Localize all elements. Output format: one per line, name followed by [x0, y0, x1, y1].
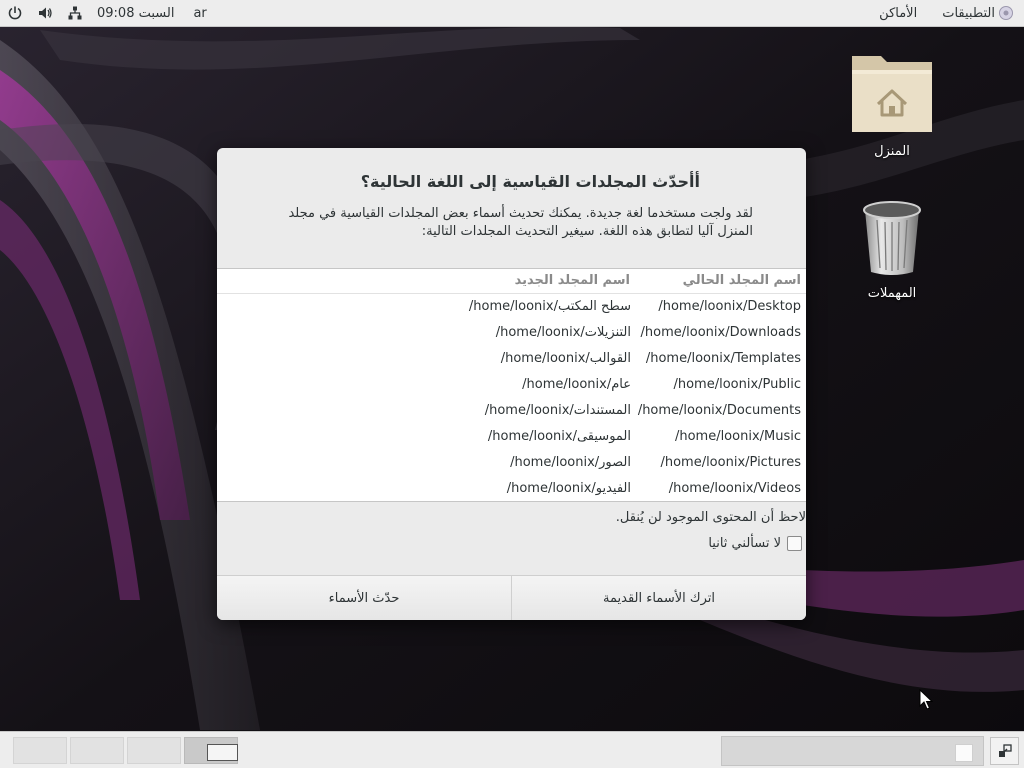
new-folder-cell: /home/loonix/التنزيلات [495, 325, 631, 340]
keep-old-names-button[interactable]: اترك الأسماء القديمة [511, 576, 806, 620]
keyboard-layout-text: ar [193, 5, 207, 21]
update-folders-dialog: أأحدّث المجلدات القياسية إلى اللغة الحال… [217, 148, 806, 620]
desktop-icon-trash[interactable]: المهملات [847, 198, 937, 301]
current-folder-cell: /home/loonix/Templates [645, 351, 801, 366]
workspace-3[interactable] [127, 737, 181, 764]
clock-text: السبت 09:08 [97, 5, 175, 21]
new-folder-cell: /home/loonix/المستندات [484, 403, 631, 418]
dialog-title: أأحدّث المجلدات القياسية إلى اللغة الحال… [360, 172, 700, 191]
applications-menu-label: التطبيقات [942, 5, 995, 21]
workspace-4[interactable] [184, 737, 238, 764]
network-icon [68, 6, 82, 20]
workspace-1[interactable] [13, 737, 67, 764]
trash-icon [863, 201, 921, 275]
folders-list[interactable]: اسم المجلد الحالي اسم المجلد الجديد /hom… [217, 268, 806, 502]
current-folder-cell: /home/loonix/Desktop [658, 299, 801, 314]
power-icon [8, 6, 22, 20]
task-list-item[interactable] [955, 744, 973, 762]
bottom-panel [0, 731, 1024, 768]
task-list[interactable] [721, 736, 984, 766]
new-folder-cell: /home/loonix/القوالب [500, 351, 631, 366]
show-desktop-icon [998, 744, 1012, 757]
list-header: اسم المجلد الحالي اسم المجلد الجديد [217, 269, 806, 294]
places-menu-label: الأماكن [879, 5, 918, 21]
workspace-window-thumbnail [207, 744, 238, 761]
new-folder-cell: /home/loonix/الموسيقى [487, 429, 631, 444]
show-desktop-button[interactable] [990, 737, 1019, 765]
dont-ask-again-checkbox[interactable] [787, 536, 802, 551]
desktop-icon-trash-label: المهملات [867, 286, 917, 301]
clock[interactable]: السبت 09:08 [90, 0, 181, 27]
home-folder-icon [852, 56, 932, 132]
applications-menu[interactable]: التطبيقات [935, 0, 1024, 27]
network-button[interactable] [60, 0, 90, 27]
content-not-moved-note: لاحظ أن المحتوى الموجود لن يُنقل. [615, 510, 806, 525]
current-folder-cell: /home/loonix/Videos [668, 481, 801, 496]
dont-ask-again-option[interactable]: لا تسألني ثانيا [708, 536, 802, 551]
desktop-icon-home-label: المنزل [874, 144, 910, 159]
dont-ask-again-label[interactable]: لا تسألني ثانيا [708, 536, 781, 551]
current-folder-cell: /home/loonix/Downloads [640, 325, 801, 340]
list-row[interactable]: /home/loonix/Pictures /home/loonix/الصور [217, 450, 806, 476]
keyboard-layout-indicator[interactable]: ar [181, 0, 213, 27]
column-header-current[interactable]: اسم المجلد الحالي [683, 273, 801, 288]
power-menu-button[interactable] [0, 0, 30, 27]
current-folder-cell: /home/loonix/Music [674, 429, 801, 444]
dialog-description: لقد ولجت مستخدما لغة جديدة. يمكنك تحديث … [288, 206, 753, 239]
new-folder-cell: /home/loonix/سطح المكتب [468, 299, 631, 314]
mouse-pointer-icon [919, 689, 933, 710]
new-folder-cell: /home/loonix/عام [522, 377, 631, 392]
top-panel: السبت 09:08 ar الأماكن التطبيقات [0, 0, 1024, 27]
applications-menu-icon [999, 6, 1013, 20]
list-row[interactable]: /home/loonix/Public /home/loonix/عام [217, 372, 806, 398]
update-names-button[interactable]: حدّث الأسماء [217, 576, 511, 620]
places-menu[interactable]: الأماكن [872, 0, 935, 27]
list-row[interactable]: /home/loonix/Documents /home/loonix/المس… [217, 398, 806, 424]
list-row[interactable]: /home/loonix/Videos /home/loonix/الفيديو [217, 476, 806, 502]
new-folder-cell: /home/loonix/الفيديو [506, 481, 631, 496]
current-folder-cell: /home/loonix/Public [673, 377, 801, 392]
current-folder-cell: /home/loonix/Documents [637, 403, 801, 418]
workspace-2[interactable] [70, 737, 124, 764]
list-row[interactable]: /home/loonix/Desktop /home/loonix/سطح ال… [217, 294, 806, 320]
list-row[interactable]: /home/loonix/Downloads /home/loonix/التن… [217, 320, 806, 346]
list-row[interactable]: /home/loonix/Music /home/loonix/الموسيقى [217, 424, 806, 450]
desktop-icon-home[interactable]: المنزل [847, 48, 937, 159]
current-folder-cell: /home/loonix/Pictures [660, 455, 801, 470]
list-row[interactable]: /home/loonix/Templates /home/loonix/القو… [217, 346, 806, 372]
new-folder-cell: /home/loonix/الصور [510, 455, 631, 470]
column-header-new[interactable]: اسم المجلد الجديد [515, 273, 630, 288]
volume-button[interactable] [30, 0, 60, 27]
dialog-button-bar: حدّث الأسماء اترك الأسماء القديمة [217, 575, 806, 620]
volume-icon [39, 7, 52, 19]
